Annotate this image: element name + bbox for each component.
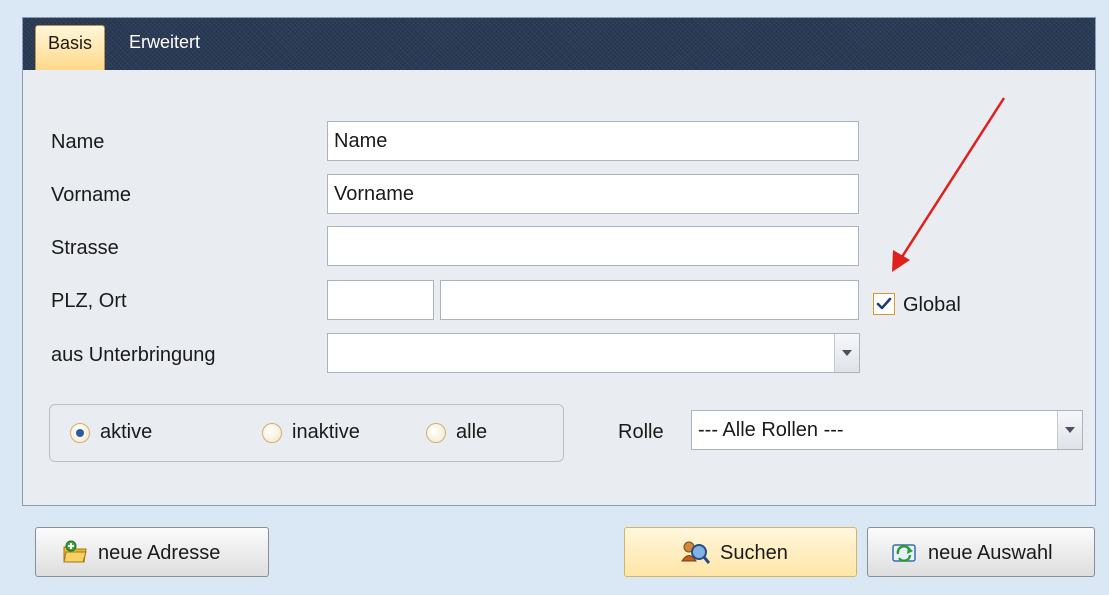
suchen-button[interactable]: Suchen xyxy=(624,527,857,577)
suchen-label: Suchen xyxy=(720,542,788,564)
neue-auswahl-label: neue Auswahl xyxy=(928,542,1053,564)
refresh-icon xyxy=(892,544,916,562)
neue-auswahl-button[interactable]: neue Auswahl xyxy=(867,527,1095,577)
people-search-icon xyxy=(681,541,710,564)
neue-adresse-button[interactable]: neue Adresse xyxy=(35,527,269,577)
neue-adresse-label: neue Adresse xyxy=(98,542,221,564)
folder-add-icon xyxy=(63,540,87,563)
red-arrow-annotation xyxy=(892,97,1006,272)
